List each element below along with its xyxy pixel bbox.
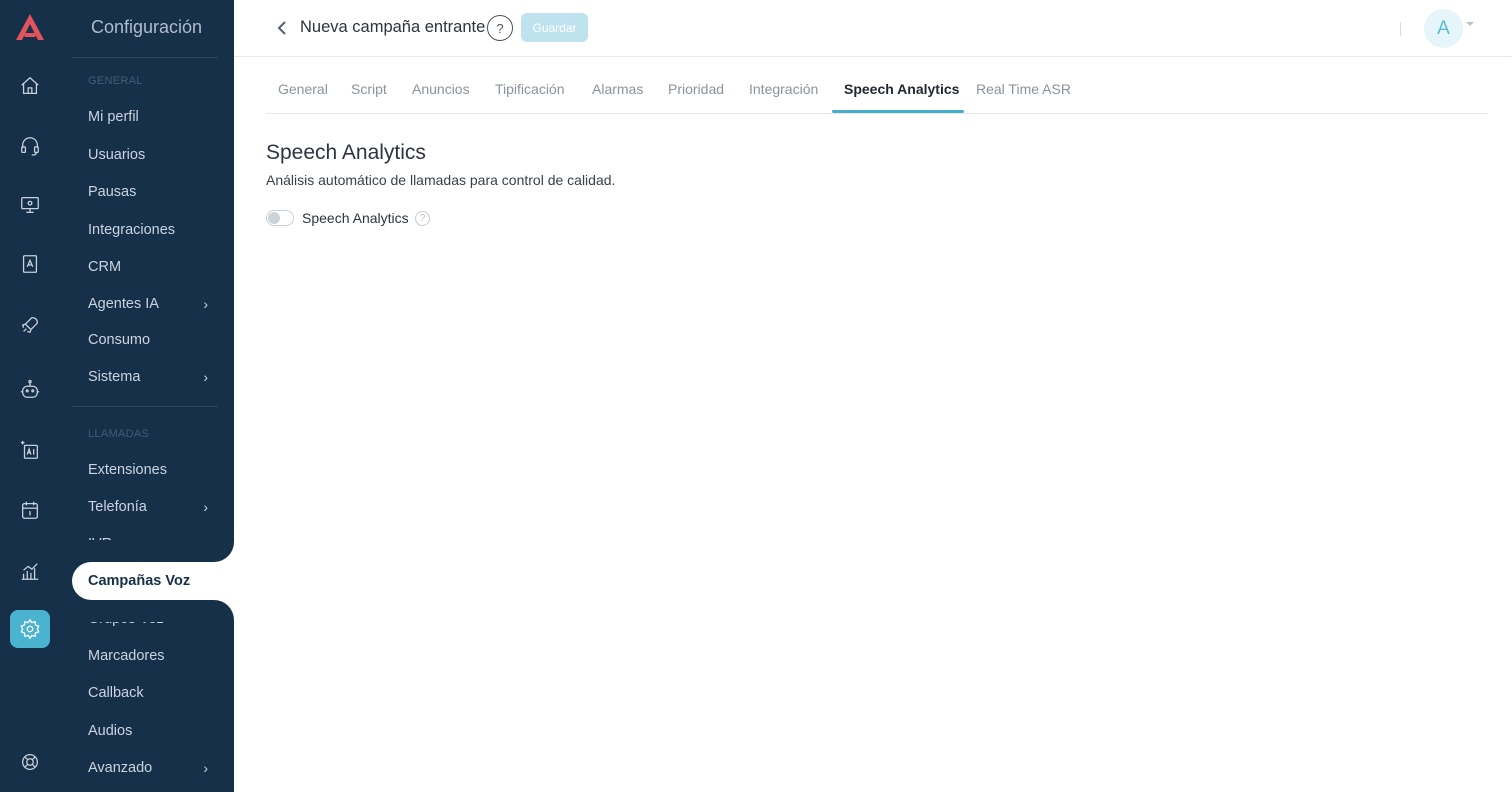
sidebar-item-label: Pausas [88,184,137,200]
section-label-llamadas: LLAMADAS [88,428,150,440]
calendar-icon[interactable] [10,491,50,529]
app-root: Configuración GENERAL Mi perfil Usuarios… [0,0,1512,792]
sidebar-divider [72,57,218,58]
headset-icon[interactable] [10,127,50,165]
tab-prioridad[interactable]: Prioridad [668,81,724,97]
tab-alarmas[interactable]: Alarmas [592,81,643,97]
sidebar-item-integraciones[interactable]: Integraciones [88,220,208,240]
sidebar-item-label: Consumo [88,332,151,348]
toggle-knob [268,212,280,224]
sidebar-item-label: Marcadores [88,648,165,664]
sidebar-item-sistema[interactable]: Sistema › [88,367,208,387]
ai-sparkle-icon[interactable] [10,431,50,469]
header-divider [1400,22,1401,36]
campaign-tabs: General Script Anuncios Tipificación Ala… [266,70,1488,114]
sidebar-item-callback[interactable]: Callback [88,683,208,703]
active-notch-top [60,540,234,562]
caret-down-icon[interactable] [1466,22,1474,26]
help-button[interactable]: ? [487,15,513,41]
sidebar-item-label: Agentes IA [88,296,159,312]
save-button[interactable]: Guardar [521,13,588,42]
tab-integracion[interactable]: Integración [749,81,818,97]
contacts-book-icon[interactable] [10,245,50,283]
chevron-right-icon: › [203,369,208,385]
active-tab-indicator [832,110,964,113]
page-header: Nueva campaña entrante ? Guardar A [234,0,1512,57]
chevron-left-icon [277,21,286,35]
settings-sidebar: Configuración GENERAL Mi perfil Usuarios… [60,0,234,792]
sidebar-item-label: Integraciones [88,222,176,238]
sidebar-item-pausas[interactable]: Pausas [88,182,208,202]
sidebar-title: Configuración [91,17,203,37]
section-title: Speech Analytics [266,141,426,164]
chevron-right-icon: › [203,499,208,515]
toggle-label: Speech Analytics [302,210,409,226]
monitor-icon[interactable] [10,186,50,224]
sidebar-item-marcadores[interactable]: Marcadores [88,646,208,666]
support-lifebuoy-icon[interactable] [10,743,50,781]
chevron-right-icon: › [203,760,208,776]
sidebar-item-label: Callback [88,685,144,701]
page-title: Nueva campaña entrante [300,18,486,36]
settings-gear-icon[interactable] [10,610,50,648]
sidebar-item-label: Mi perfil [88,109,139,125]
campaign-rocket-icon[interactable] [10,306,50,344]
sidebar-item-label: Campañas Voz [88,573,191,589]
sidebar-item-telefonia[interactable]: Telefonía › [88,497,208,517]
chevron-right-icon: › [203,296,208,312]
sidebar-item-crm[interactable]: CRM [88,257,208,277]
sidebar-item-audios[interactable]: Audios [88,721,208,741]
speech-analytics-toggle[interactable] [266,210,294,226]
sidebar-item-label: Telefonía [88,499,147,515]
back-button[interactable] [272,17,292,39]
sidebar-item-label: Usuarios [88,147,146,163]
sidebar-item-mi-perfil[interactable]: Mi perfil [88,107,208,127]
sidebar-divider [72,406,218,407]
sidebar-item-consumo[interactable]: Consumo [88,330,208,350]
analytics-chart-icon[interactable] [10,552,50,590]
robot-icon[interactable] [10,370,50,408]
tab-real-time-asr[interactable]: Real Time ASR [976,81,1071,97]
tab-tipificacion[interactable]: Tipificación [495,81,565,97]
sidebar-item-extensiones[interactable]: Extensiones [88,460,208,480]
sidebar-item-campanas-voz[interactable]: Campañas Voz [72,562,234,600]
sidebar-item-label: Audios [88,723,133,739]
sidebar-item-label: Avanzado [88,760,153,776]
section-label-general: GENERAL [88,75,143,87]
sidebar-item-label: CRM [88,259,122,275]
sidebar-item-avanzado[interactable]: Avanzado › [88,758,208,778]
brand-logo-icon[interactable] [14,12,46,42]
tab-anuncios[interactable]: Anuncios [412,81,470,97]
tab-script[interactable]: Script [351,81,387,97]
sidebar-item-label: Extensiones [88,462,167,478]
info-help-icon[interactable]: ? [415,211,430,226]
icon-rail [0,0,60,792]
sidebar-item-label: Sistema [88,369,141,385]
home-icon[interactable] [10,67,50,105]
tab-speech-analytics[interactable]: Speech Analytics [844,81,959,97]
active-notch-bottom [60,600,234,622]
sidebar-item-agentes-ia[interactable]: Agentes IA › [88,294,208,314]
sidebar-item-usuarios[interactable]: Usuarios [88,145,208,165]
section-description: Análisis automático de llamadas para con… [266,172,616,188]
avatar[interactable]: A [1424,9,1463,48]
tab-general[interactable]: General [278,81,328,97]
